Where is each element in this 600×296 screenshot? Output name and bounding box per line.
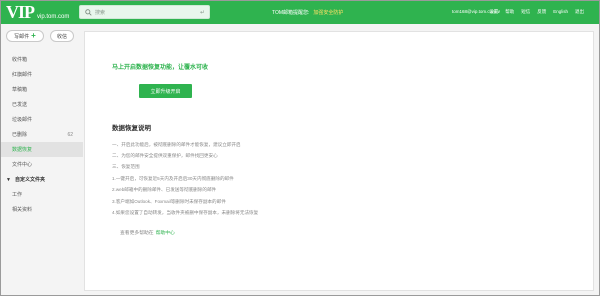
logo[interactable]: VIP vip.tom.com <box>6 2 69 23</box>
description-line: 4.如果您设置了自动转发，当收件夹被删中保存副本，未删除将无法恢复 <box>112 210 259 216</box>
link-english[interactable]: English <box>553 9 568 15</box>
top-links: 设置 帮助 短信 反馈 English 退出 <box>489 9 584 15</box>
link-feedback[interactable]: 反馈 <box>537 9 546 15</box>
custom-folders-header[interactable]: ▼ 自定义文件夹 <box>0 172 83 187</box>
enter-icon[interactable]: ↵ <box>200 9 205 16</box>
search-input[interactable]: 搜索 <box>95 9 200 16</box>
section-title: 自定义文件夹 <box>14 177 45 183</box>
help-center-link[interactable]: 帮助中心 <box>156 231 175 236</box>
description-line: 三、恢复范围 <box>112 164 140 170</box>
plus-icon: + <box>31 31 36 40</box>
sidebar-item-files[interactable]: 文件中心 <box>0 157 83 172</box>
caret-down-icon: ▼ <box>6 176 11 183</box>
search-box[interactable]: 搜索 ↵ <box>79 5 210 19</box>
sidebar-item-recovery[interactable]: 数据恢复 <box>0 142 83 157</box>
link-sms[interactable]: 短信 <box>521 9 530 15</box>
more-help: 查看更多帮助在 帮助中心 <box>120 229 175 236</box>
sidebar-nav: 收件箱 红旗邮件 草稿箱 已发送 垃圾邮件 已删除 62 数据恢复 文件中心 ▼ 自… <box>0 52 83 217</box>
folder-label: 工作 <box>12 192 23 198</box>
sidebar-item-label: 数据恢复 <box>12 147 33 153</box>
main-panel: 马上开启数据恢复功能，让覆水可收 立即升级开启 数据恢复说明 一、开启此功能后，… <box>84 31 594 291</box>
folder-item-materials[interactable]: 相关资料 <box>0 202 83 217</box>
sidebar-item-spam[interactable]: 垃圾邮件 <box>0 112 83 127</box>
sidebar-item-label: 草稿箱 <box>12 87 28 93</box>
sidebar-item-label: 收件箱 <box>12 57 28 63</box>
link-logout[interactable]: 退出 <box>575 9 584 15</box>
promo-text: 马上开启数据恢复功能，让覆水可收 <box>112 65 209 71</box>
link-help[interactable]: 帮助 <box>505 9 514 15</box>
upgrade-button[interactable]: 立即升级开启 <box>139 84 192 98</box>
search-icon <box>82 6 94 18</box>
link-settings[interactable]: 设置 <box>489 9 498 15</box>
folder-item-work[interactable]: 工作 <box>0 187 83 202</box>
sidebar-item-deleted[interactable]: 已删除 62 <box>0 127 83 142</box>
logo-mark: VIP <box>6 2 35 22</box>
sidebar-item-label: 已删除 <box>12 132 28 138</box>
sidebar-item-label: 红旗邮件 <box>12 72 33 78</box>
description-line: 3.客户端如Outlook、Foxmail等删除时未保存副本的邮件 <box>112 198 226 204</box>
description-line: 二、为您的邮件安全提供双重保护，邮件找回更安心 <box>112 153 218 159</box>
sidebar-item-label: 文件中心 <box>12 162 33 168</box>
logo-domain: vip.tom.com <box>37 14 70 20</box>
sidebar-item-inbox[interactable]: 收件箱 <box>0 52 83 67</box>
deleted-count: 62 <box>67 131 73 138</box>
sidebar-item-flagged[interactable]: 红旗邮件 <box>0 67 83 82</box>
security-notice[interactable]: TOM邮箱提醒您: 加强安全防护 <box>272 9 343 16</box>
folder-label: 相关资料 <box>12 207 33 213</box>
more-text: 查看更多帮助在 <box>120 231 154 236</box>
compose-label: 写邮件 <box>14 33 30 40</box>
description-line: 1.一键开启，可恢复近5天内及开启后30天内彻底删除的邮件 <box>112 175 234 181</box>
description-title: 数据恢复说明 <box>112 125 151 132</box>
notice-warn[interactable]: 加强安全防护 <box>313 10 343 16</box>
sidebar-item-label: 垃圾邮件 <box>12 117 33 123</box>
description-list: 一、开启此功能后，被彻底删除的邮件才能恢复，建议立即开启 二、为您的邮件安全提供… <box>112 139 258 219</box>
sidebar-item-sent[interactable]: 已发送 <box>0 97 83 112</box>
compose-button[interactable]: 写邮件 + <box>6 30 44 42</box>
description-line: 一、开启此功能后，被彻底删除的邮件才能恢复，建议立即开启 <box>112 141 241 147</box>
sidebar-item-label: 已发送 <box>12 102 28 108</box>
notice-text: TOM邮箱提醒您: <box>272 10 310 16</box>
sidebar: 写邮件 + 收信 收件箱 红旗邮件 草稿箱 已发送 垃圾邮件 已删除 62 数据恢复… <box>0 24 83 296</box>
description-line: 2.web邮箱中的删除邮件、已发送等彻底删除的邮件 <box>112 187 217 193</box>
sidebar-item-drafts[interactable]: 草稿箱 <box>0 82 83 97</box>
receive-button[interactable]: 收信 <box>50 30 74 42</box>
top-bar: VIP vip.tom.com 搜索 ↵ TOM邮箱提醒您: 加强安全防护 tom… <box>0 0 600 24</box>
